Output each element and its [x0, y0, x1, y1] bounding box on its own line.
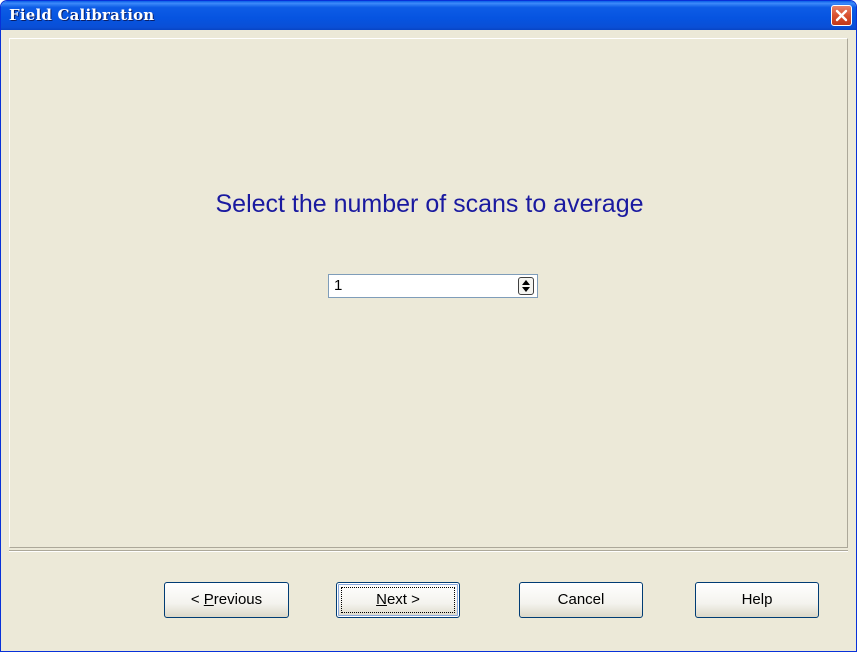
close-button[interactable]	[831, 5, 852, 26]
previous-mnemonic: P	[203, 591, 214, 608]
next-button[interactable]: Next >	[336, 582, 460, 618]
spin-buttons[interactable]	[518, 277, 534, 295]
title-bar[interactable]: Field Calibration	[1, 1, 856, 30]
page-heading: Select the number of scans to average	[215, 190, 644, 218]
footer-divider	[9, 550, 848, 552]
help-button[interactable]: Help	[695, 582, 819, 618]
arrow-down-icon[interactable]	[520, 286, 532, 294]
close-icon	[835, 9, 848, 22]
cancel-button[interactable]: Cancel	[519, 582, 643, 618]
previous-button[interactable]: < Previous	[164, 582, 289, 618]
wizard-content-panel: Select the number of scans to average 1	[9, 38, 848, 548]
arrow-up-icon[interactable]	[520, 278, 532, 286]
scans-count-value[interactable]: 1	[334, 277, 342, 294]
previous-prefix: <	[190, 591, 204, 608]
next-label-rest: ext >	[386, 591, 420, 608]
previous-label-rest: revious	[213, 591, 263, 608]
scans-count-stepper[interactable]: 1	[328, 274, 538, 298]
dialog-window: Field Calibration Select the number of s…	[0, 0, 857, 652]
next-mnemonic: N	[376, 591, 387, 608]
window-title: Field Calibration	[9, 6, 155, 24]
